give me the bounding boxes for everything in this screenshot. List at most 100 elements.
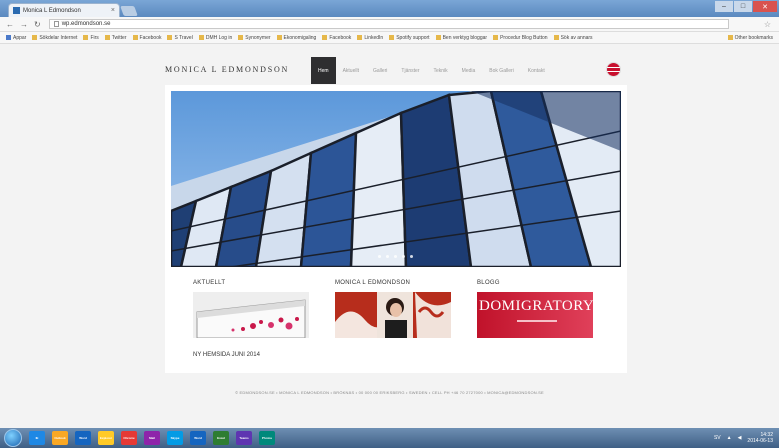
nav-item-tjänster[interactable]: Tjänster bbox=[394, 57, 426, 84]
bookmark-item[interactable]: Procedur Blog Button bbox=[493, 35, 548, 41]
blog-image-text: DOMIGRATORY bbox=[479, 298, 593, 314]
nav-item-bok-galleri[interactable]: Bok Galleri bbox=[482, 57, 520, 84]
bookmark-item[interactable]: DMH Log in bbox=[198, 35, 232, 41]
bookmark-icon bbox=[493, 35, 499, 40]
section-blogg: BLOGG DOMIGRATORY bbox=[477, 280, 593, 338]
taskbar-app-icon[interactable]: IE bbox=[29, 431, 45, 445]
nav-item-teknik[interactable]: Teknik bbox=[426, 57, 454, 84]
bookmark-item[interactable]: Appar bbox=[6, 35, 26, 41]
back-arrow-icon[interactable]: ← bbox=[6, 20, 14, 29]
bookmarks-bar: Appar Sökdelar Internet Firs Twitter Faceboo… bbox=[0, 32, 779, 44]
bookmark-item[interactable]: S Travel bbox=[167, 35, 193, 41]
bookmark-icon bbox=[553, 35, 559, 40]
monica-portrait-thumbnail[interactable] bbox=[335, 292, 451, 338]
site-header: MONICA L EDMONDSON Hem Aktuellt Galleri Tjä… bbox=[165, 57, 627, 84]
bookmark-icon bbox=[322, 35, 328, 40]
bookmark-item[interactable]: Spotify support bbox=[389, 35, 430, 41]
blog-thumbnail[interactable]: DOMIGRATORY bbox=[477, 292, 593, 338]
hero-slider[interactable] bbox=[171, 91, 621, 267]
slider-dots bbox=[378, 255, 413, 258]
slider-dot[interactable] bbox=[410, 255, 413, 258]
minimize-button[interactable]: – bbox=[715, 1, 733, 12]
language-flag-icon[interactable] bbox=[607, 63, 620, 76]
window-controls: – □ ✕ bbox=[715, 1, 777, 12]
system-tray: SV ▲ ◀ 14:32 2014-06-13 bbox=[714, 432, 773, 444]
bookmark-icon bbox=[83, 35, 89, 40]
network-icon[interactable]: ▲ bbox=[727, 435, 732, 441]
taskbar-app-icon[interactable]: Word bbox=[75, 431, 91, 445]
nav-item-media[interactable]: Media bbox=[455, 57, 483, 84]
site-footer: © EDMONDSON.SE • MONICA L EDMONDSON • BR… bbox=[235, 390, 544, 395]
news-caption[interactable]: NY HEMSIDA JUNI 2014 bbox=[193, 352, 260, 358]
taskbar-app-icon[interactable]: Word bbox=[190, 431, 206, 445]
browser-titlebar: Monica L Edmondson × – □ ✕ bbox=[0, 0, 779, 17]
taskbar-app-icon[interactable]: Chrome bbox=[121, 431, 137, 445]
tab-close-icon[interactable]: × bbox=[111, 7, 115, 14]
taskbar-app-icon[interactable]: Photos bbox=[259, 431, 275, 445]
bookmark-icon bbox=[198, 35, 204, 40]
close-window-button[interactable]: ✕ bbox=[753, 1, 777, 12]
bookmark-item[interactable]: Ben verktyg bloggar bbox=[435, 35, 487, 41]
clock[interactable]: 14:32 2014-06-13 bbox=[747, 432, 773, 444]
favicon-icon bbox=[13, 7, 20, 14]
windows-taskbar: IE Outlook Word Explorer Chrome Mail Skype Word… bbox=[0, 428, 779, 448]
language-indicator[interactable]: SV bbox=[714, 435, 721, 441]
volume-icon[interactable]: ◀ bbox=[738, 435, 742, 441]
taskbar-app-icon[interactable]: Outlook bbox=[52, 431, 68, 445]
bookmark-icon bbox=[435, 35, 441, 40]
taskbar-app-icon[interactable]: Mail bbox=[144, 431, 160, 445]
taskbar-app-icon[interactable]: Skype bbox=[167, 431, 183, 445]
nav-item-hem[interactable]: Hem bbox=[311, 57, 336, 84]
folder-icon bbox=[727, 35, 733, 40]
bookmark-item[interactable]: Sökdelar Internet bbox=[32, 35, 77, 41]
bookmark-icon bbox=[32, 35, 38, 40]
nav-item-kontakt[interactable]: Kontakt bbox=[521, 57, 552, 84]
slider-dot[interactable] bbox=[378, 255, 381, 258]
slider-dot[interactable] bbox=[394, 255, 397, 258]
bookmark-item[interactable]: Facebook bbox=[132, 35, 161, 41]
address-bar[interactable]: wp.edmondson.se bbox=[48, 19, 729, 29]
slider-dot[interactable] bbox=[386, 255, 389, 258]
tab-title: Monica L Edmondson bbox=[23, 7, 81, 14]
taskbar-app-icon[interactable]: Teams bbox=[236, 431, 252, 445]
blog-subtitle-line bbox=[517, 320, 557, 322]
bookmark-icon bbox=[357, 35, 363, 40]
section-aktuellt: AKTUELLT bbox=[193, 280, 309, 338]
main-nav: Hem Aktuellt Galleri Tjänster Teknik Media Bok… bbox=[311, 57, 552, 84]
bookmark-star-icon[interactable]: ☆ bbox=[764, 20, 771, 29]
bookmark-icon bbox=[167, 35, 173, 40]
bookmark-item[interactable]: Sök av annars bbox=[553, 35, 593, 41]
bookmark-item[interactable]: Firs bbox=[83, 35, 99, 41]
page-icon bbox=[53, 21, 59, 27]
bookmark-icon bbox=[238, 35, 244, 40]
section-title-aktuellt: AKTUELLT bbox=[193, 280, 226, 286]
other-bookmarks[interactable]: Other bookmarks bbox=[727, 35, 773, 41]
content-card: AKTUELLT MONICA L EDMONDSON BLOGG DOMIGR… bbox=[165, 85, 627, 373]
forward-arrow-icon[interactable]: → bbox=[20, 20, 28, 29]
bookmark-icon bbox=[276, 35, 282, 40]
maximize-button[interactable]: □ bbox=[734, 1, 752, 12]
bookmark-item[interactable]: Facebook bbox=[322, 35, 351, 41]
taskbar-app-icon[interactable]: Explorer bbox=[98, 431, 114, 445]
clock-date: 2014-06-13 bbox=[747, 438, 773, 444]
apps-icon bbox=[6, 35, 11, 40]
nav-item-galleri[interactable]: Galleri bbox=[366, 57, 394, 84]
reload-icon[interactable]: ↻ bbox=[34, 20, 41, 29]
section-title-monica: MONICA L EDMONDSON bbox=[335, 280, 411, 286]
site-logo[interactable]: MONICA L EDMONDSON bbox=[165, 65, 289, 74]
taskbar-app-icon[interactable]: Excel bbox=[213, 431, 229, 445]
bookmark-item[interactable]: LinkedIn bbox=[357, 35, 383, 41]
browser-toolbar: ← → ↻ wp.edmondson.se ☆ bbox=[0, 17, 779, 32]
bookmark-icon bbox=[132, 35, 138, 40]
aktuellt-thumbnail[interactable] bbox=[193, 292, 309, 338]
nav-item-aktuellt[interactable]: Aktuellt bbox=[336, 57, 366, 84]
bookmark-item[interactable]: Ekonomigaling bbox=[276, 35, 316, 41]
slider-dot[interactable] bbox=[402, 255, 405, 258]
bookmark-item[interactable]: Synonymer bbox=[238, 35, 271, 41]
new-tab-button[interactable] bbox=[120, 6, 138, 16]
bookmark-icon bbox=[389, 35, 395, 40]
browser-tab[interactable]: Monica L Edmondson × bbox=[8, 3, 120, 17]
section-monica: MONICA L EDMONDSON bbox=[335, 280, 451, 338]
start-button[interactable] bbox=[4, 429, 22, 447]
bookmark-item[interactable]: Twitter bbox=[104, 35, 127, 41]
